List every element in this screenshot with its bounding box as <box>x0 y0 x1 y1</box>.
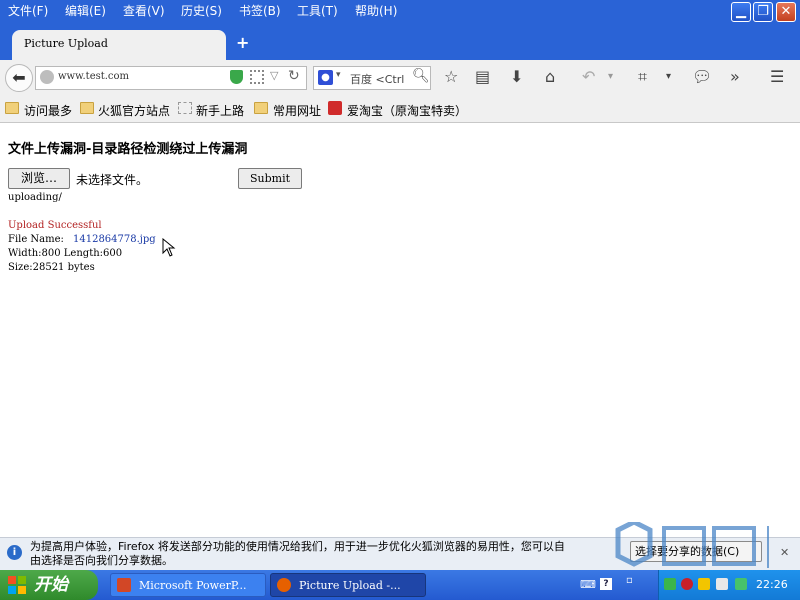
menu-file[interactable]: 文件(F) <box>8 2 48 19</box>
clock: 22:26 <box>756 578 788 591</box>
vm-tools-icon[interactable] <box>716 578 728 590</box>
overflow-chevron-icon[interactable]: » <box>730 67 740 86</box>
network-icon[interactable] <box>664 578 676 590</box>
home-icon[interactable]: ⌂ <box>545 67 555 86</box>
restore-button[interactable]: ❐ <box>753 2 773 22</box>
language-bar-icon[interactable]: ▫ <box>626 575 633 586</box>
no-file-selected-text: 未选择文件。 <box>76 173 149 187</box>
restore-icon: ❐ <box>757 4 769 19</box>
mouse-cursor-icon <box>162 238 176 257</box>
minimize-icon: ▁ <box>736 4 746 19</box>
tab-title: Picture Upload <box>24 37 108 50</box>
close-icon: ✕ <box>780 4 792 19</box>
folder-icon <box>5 102 19 114</box>
url-text[interactable]: www.test.com <box>58 71 129 82</box>
menu-history[interactable]: 历史(S) <box>181 2 222 19</box>
antivirus-icon[interactable] <box>681 578 693 590</box>
bookmark-getting-started[interactable]: 新手上路 <box>196 102 244 119</box>
baidu-paw-icon[interactable]: ● <box>318 70 333 85</box>
file-size-text: Size:28521 bytes <box>8 262 95 273</box>
search-engine-name: 百度 <box>350 73 372 86</box>
powerpoint-icon <box>117 578 131 592</box>
undo-icon[interactable]: ↶ <box>582 67 595 86</box>
folder-icon <box>80 102 94 114</box>
bookmark-most-visited[interactable]: 访问最多 <box>24 102 72 119</box>
notification-text-line2: 由选择是否向我们分享数据。 <box>30 554 173 567</box>
upload-success-message: Upload Successful <box>8 220 102 231</box>
search-placeholder: <Ctrl <box>375 73 405 86</box>
menu-bookmarks[interactable]: 书签(B) <box>239 2 281 19</box>
page-icon <box>178 102 192 114</box>
chevron-down-icon[interactable]: ▽ <box>270 69 278 82</box>
file-name-label: File Name: <box>8 234 64 245</box>
reading-list-icon[interactable]: ▤ <box>475 67 490 86</box>
qr-code-icon[interactable] <box>250 70 264 84</box>
page-title: 文件上传漏洞-目录路径检测绕过上传漏洞 <box>8 142 248 157</box>
search-input[interactable]: 百度 <Ctrl <box>350 71 404 87</box>
download-icon[interactable]: ⬇ <box>510 67 523 86</box>
close-window-button[interactable]: ✕ <box>776 2 796 22</box>
search-icon[interactable]: 🔍︎ <box>412 68 430 84</box>
windows-logo-icon <box>8 576 26 594</box>
security-shield-icon[interactable] <box>698 578 710 590</box>
undo-dropdown-icon[interactable]: ▾ <box>608 71 613 82</box>
menu-bar: 文件(F) 编辑(E) 查看(V) 历史(S) 书签(B) 工具(T) 帮助(H… <box>0 0 800 22</box>
star-icon[interactable]: ☆ <box>444 67 458 86</box>
back-button[interactable]: ⬅ <box>5 64 33 92</box>
chat-bubble-icon[interactable]: 💬︎ <box>692 67 712 86</box>
firefox-icon <box>277 578 291 592</box>
plus-icon: + <box>236 33 250 52</box>
screenshot-crop-icon[interactable]: ⌗ <box>638 67 647 87</box>
keyboard-icon[interactable]: ⌨ <box>580 578 596 591</box>
bookmark-ai-taobao[interactable]: 爱淘宝（原淘宝特卖） <box>347 102 467 119</box>
taobao-icon <box>328 101 342 115</box>
reload-icon[interactable]: ↻ <box>288 68 300 84</box>
help-icon[interactable]: ? <box>600 578 612 590</box>
watermark-logo-icon <box>615 522 769 568</box>
menu-view[interactable]: 查看(V) <box>123 2 165 19</box>
hamburger-menu-icon[interactable]: ☰ <box>770 67 784 86</box>
globe-icon <box>40 70 54 84</box>
browse-button[interactable]: 浏览… <box>8 168 70 189</box>
submit-button[interactable]: Submit <box>238 168 302 189</box>
shield-icon[interactable] <box>230 70 243 84</box>
file-name-link[interactable]: 1412864778.jpg <box>73 234 156 245</box>
bookmark-common-sites[interactable]: 常用网址 <box>273 102 321 119</box>
menu-help[interactable]: 帮助(H) <box>355 2 397 19</box>
new-tab-button[interactable]: + <box>236 33 249 52</box>
minimize-button[interactable]: ▁ <box>731 2 751 22</box>
taskbar-item-powerpoint[interactable]: Microsoft PowerP... <box>110 573 266 597</box>
menu-tools[interactable]: 工具(T) <box>297 2 338 19</box>
arrow-left-icon: ⬅ <box>12 68 26 87</box>
folder-icon <box>254 102 268 114</box>
taskbar-item-firefox[interactable]: Picture Upload -... <box>270 573 426 597</box>
menu-edit[interactable]: 编辑(E) <box>65 2 106 19</box>
info-icon: i <box>7 545 22 560</box>
search-engine-dropdown-icon[interactable]: ▾ <box>336 70 341 80</box>
image-dimensions-text: Width:800 Length:600 <box>8 248 123 259</box>
update-icon[interactable] <box>735 578 747 590</box>
upload-path-text: uploading/ <box>8 192 62 203</box>
crop-dropdown-icon[interactable]: ▾ <box>666 71 671 82</box>
bookmark-firefox-official[interactable]: 火狐官方站点 <box>98 102 170 119</box>
